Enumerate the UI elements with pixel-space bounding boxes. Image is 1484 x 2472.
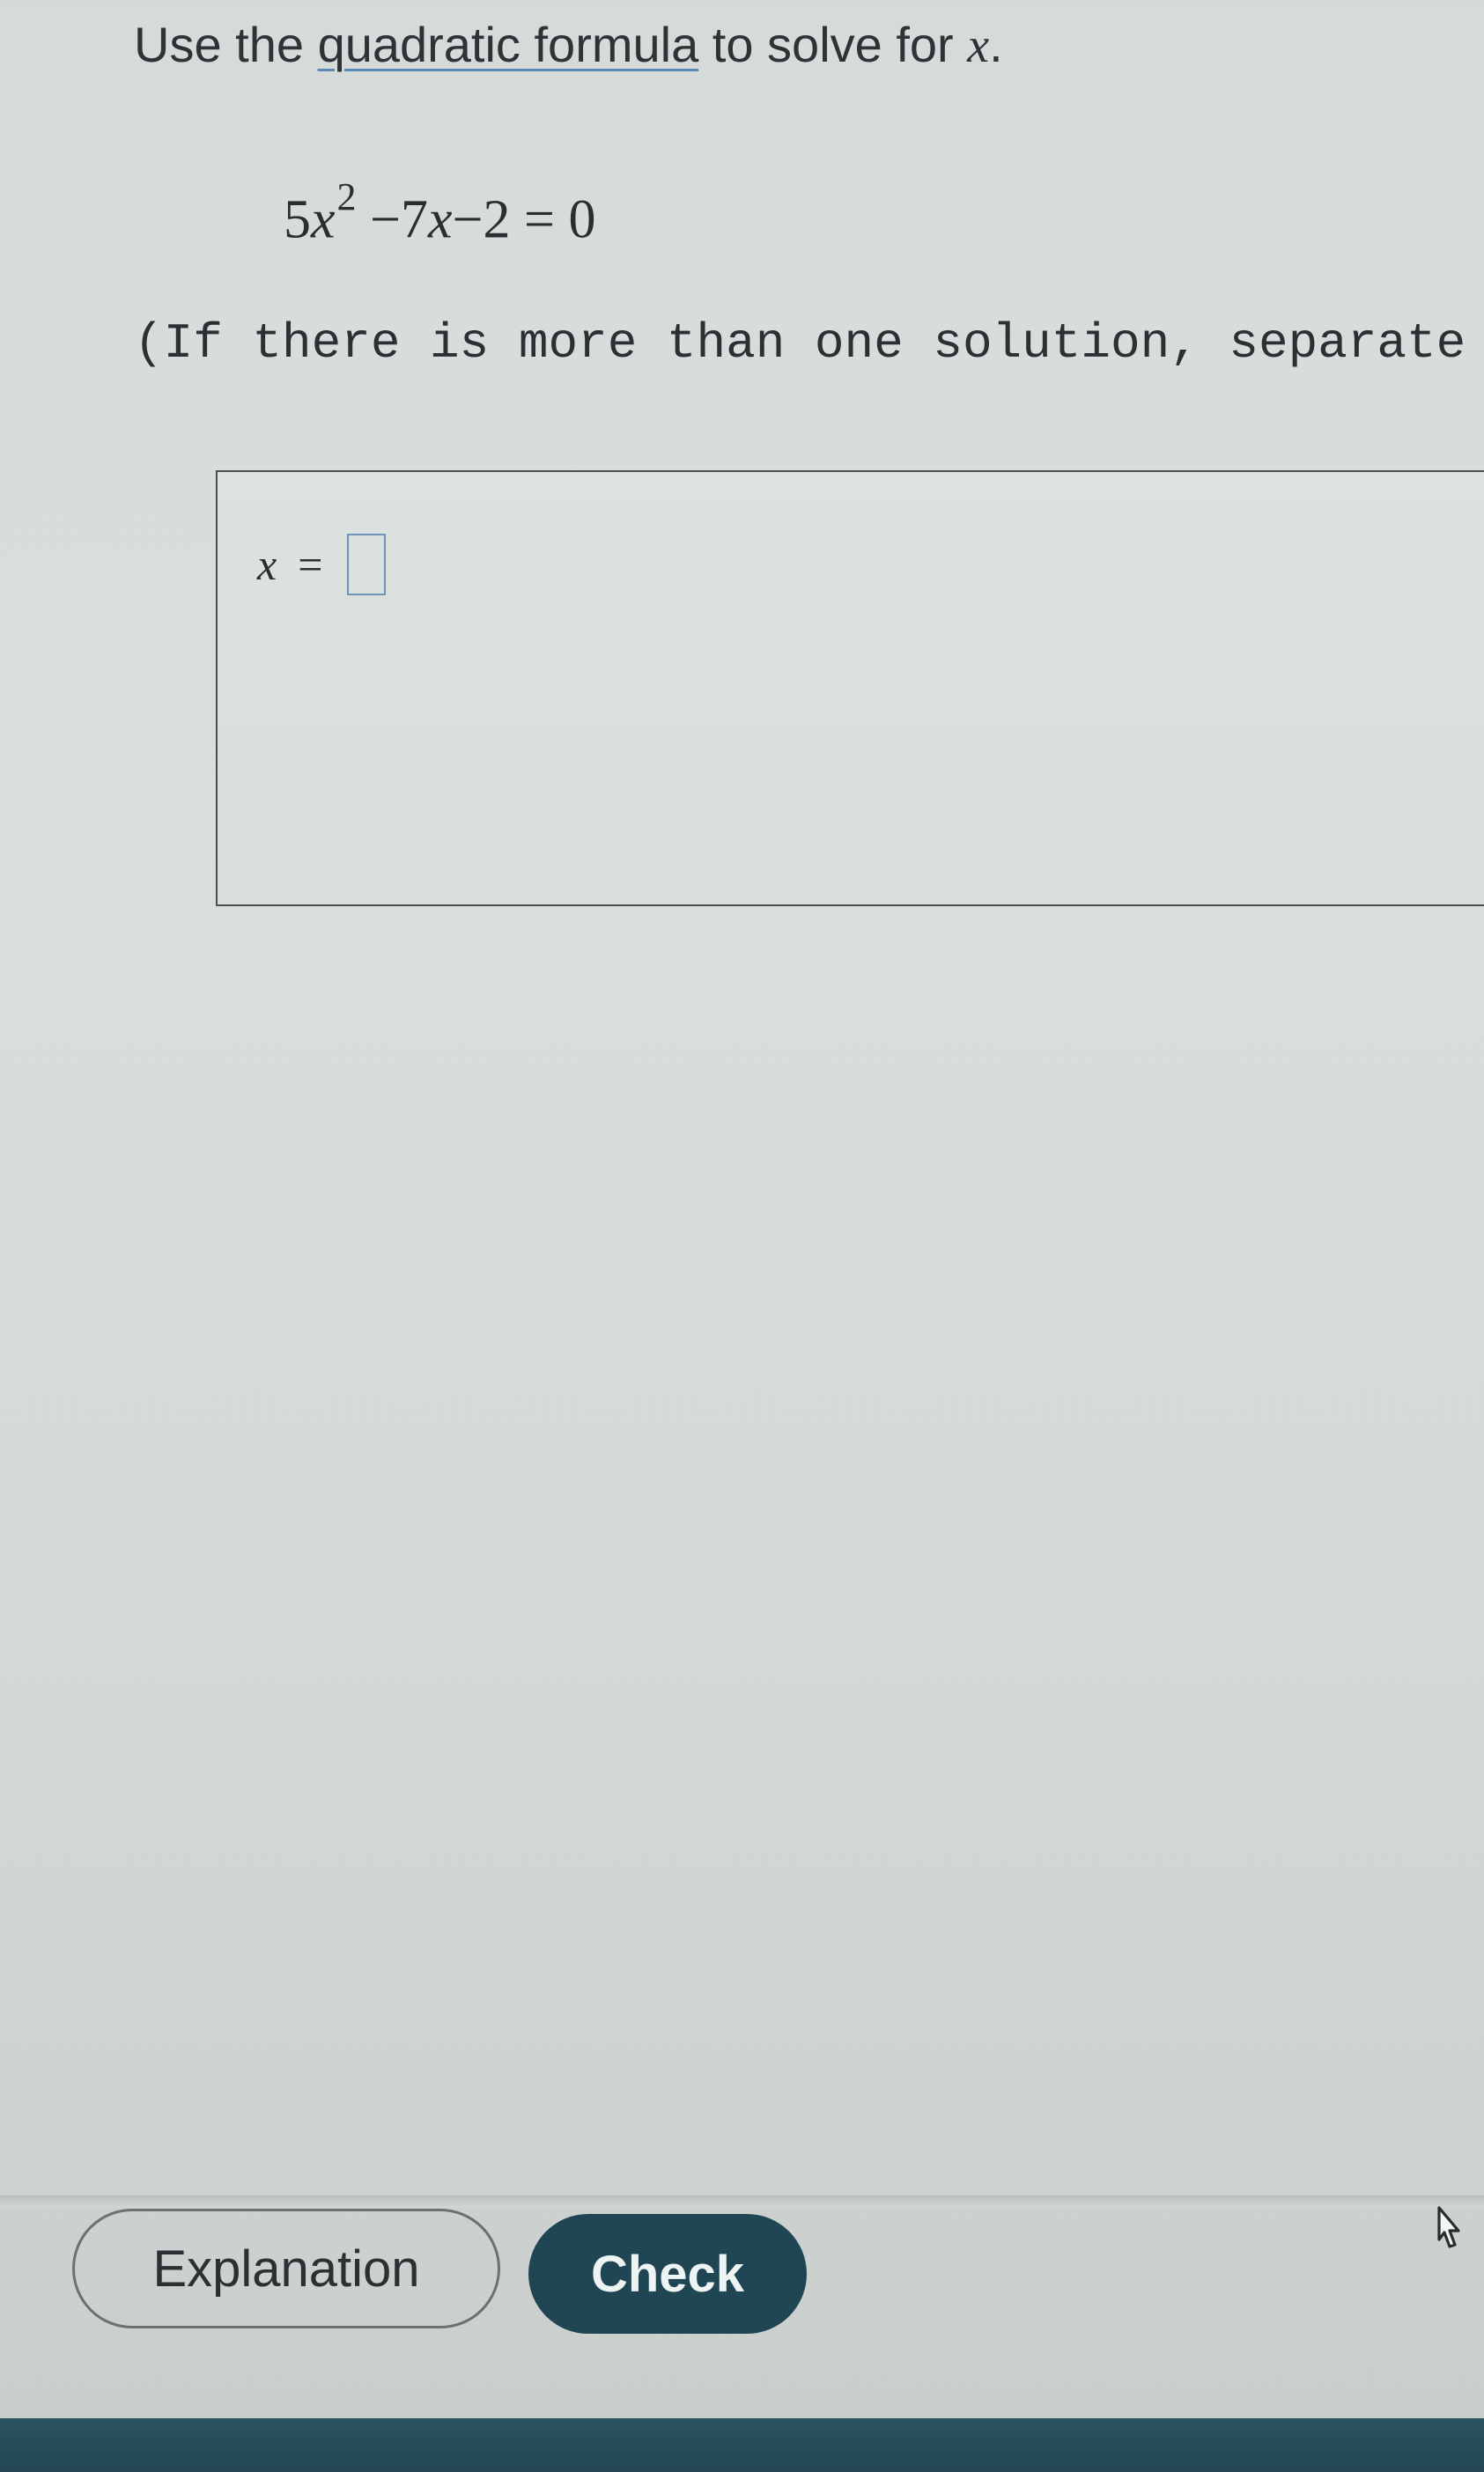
equation-exponent: 2 bbox=[336, 175, 357, 218]
answer-equals: = bbox=[298, 540, 323, 589]
equation-coef-a: 5 bbox=[284, 189, 311, 250]
bottom-bar bbox=[0, 2418, 1484, 2472]
equation-var-b: x bbox=[428, 189, 453, 250]
explanation-button[interactable]: Explanation bbox=[72, 2209, 500, 2328]
prompt-text-after: to solve for bbox=[698, 17, 968, 72]
equation-var: x bbox=[311, 189, 336, 250]
problem-prompt: Use the quadratic formula to solve for x… bbox=[134, 16, 1003, 74]
equation-term-b: −7 bbox=[356, 189, 428, 250]
prompt-variable: x bbox=[967, 18, 990, 73]
answer-area: x = bbox=[216, 470, 1484, 906]
quadratic-equation: 5x2 −7x−2 = 0 bbox=[284, 175, 596, 252]
prompt-text-before: Use the bbox=[134, 17, 318, 72]
hand-pointer-icon bbox=[1437, 2206, 1460, 2248]
prompt-text-end: . bbox=[989, 17, 1003, 72]
quadratic-formula-link[interactable]: quadratic formula bbox=[318, 17, 699, 72]
answer-input[interactable] bbox=[347, 534, 387, 595]
footer-divider bbox=[0, 2195, 1484, 2208]
equation-term-c: −2 = 0 bbox=[452, 189, 596, 250]
instruction-text: (If there is more than one solution, sep… bbox=[134, 315, 1484, 372]
answer-row: x = bbox=[257, 534, 387, 595]
answer-variable: x bbox=[257, 540, 277, 589]
check-button[interactable]: Check bbox=[528, 2214, 807, 2334]
